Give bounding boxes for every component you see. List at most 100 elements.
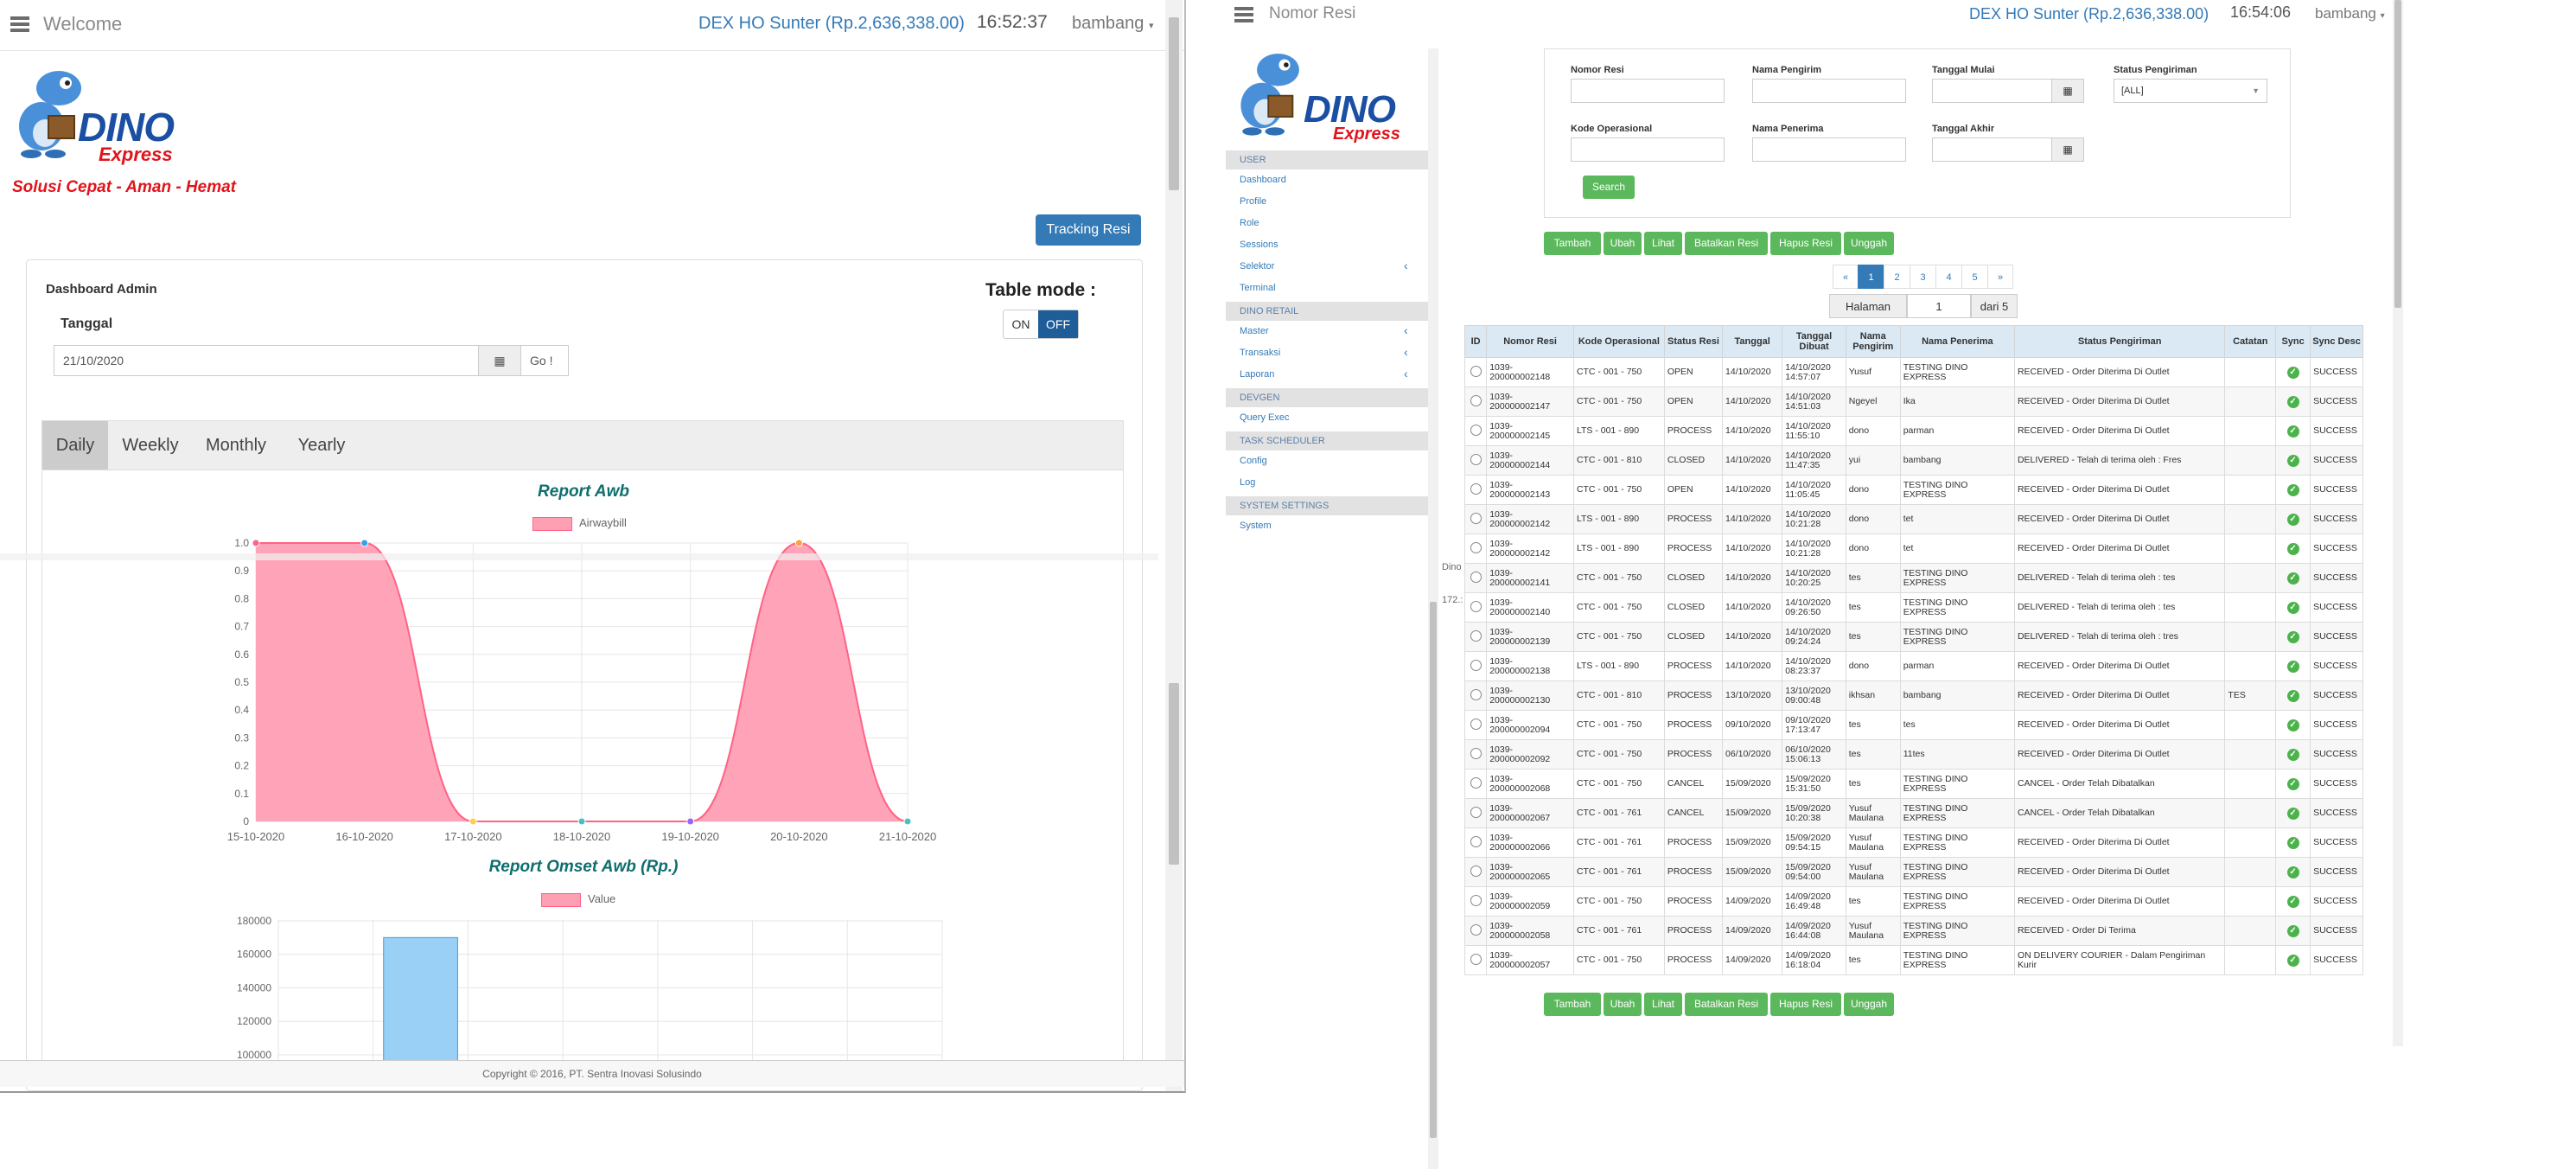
table-row[interactable]: 1039-200000002139 CTC - 001 - 750 CLOSED 14… bbox=[1463, 622, 2363, 652]
row-radio[interactable] bbox=[1470, 953, 1482, 965]
column-header[interactable]: Kode Operasional bbox=[1572, 325, 1665, 358]
sidebar-item-profile[interactable]: Profile bbox=[1240, 196, 1266, 207]
pagination-prev[interactable]: « bbox=[1833, 265, 1859, 289]
table-row[interactable]: 1039-200000002143 CTC - 001 - 750 OPEN 14/1… bbox=[1463, 475, 2363, 505]
pagination-page-2[interactable]: 2 bbox=[1884, 265, 1910, 289]
status-pengiriman-select[interactable]: [ALL] ▼ bbox=[2114, 79, 2267, 103]
hapus-resi-button[interactable]: Hapus Resi bbox=[1770, 232, 1841, 255]
sidebar-item-terminal[interactable]: Terminal bbox=[1240, 283, 1276, 293]
unggah-button[interactable]: Unggah bbox=[1844, 232, 1894, 255]
row-select-cell[interactable] bbox=[1463, 416, 1488, 446]
chevron-left-icon[interactable]: ‹ bbox=[1404, 259, 1408, 272]
row-radio[interactable] bbox=[1470, 806, 1482, 818]
column-header[interactable]: Status Resi bbox=[1663, 325, 1724, 358]
column-header[interactable]: Sync bbox=[2275, 325, 2311, 358]
user-menu[interactable]: bambang ▾ bbox=[2315, 5, 2385, 22]
table-row[interactable]: 1039-200000002068 CTC - 001 - 750 CANCEL 15… bbox=[1463, 769, 2363, 799]
sidebar-item-transaksi[interactable]: Transaksi bbox=[1240, 348, 1280, 358]
table-row[interactable]: 1039-200000002067 CTC - 001 - 761 CANCEL 15… bbox=[1463, 798, 2363, 828]
row-radio[interactable] bbox=[1470, 659, 1482, 671]
row-select-cell[interactable] bbox=[1463, 857, 1488, 887]
vertical-scrollbar[interactable] bbox=[1165, 0, 1183, 1091]
chevron-left-icon[interactable]: ‹ bbox=[1404, 345, 1408, 359]
table-row[interactable]: 1039-200000002094 CTC - 001 - 750 PROCESS 0… bbox=[1463, 710, 2363, 740]
sidebar-scrollbar-thumb[interactable] bbox=[1430, 602, 1437, 1138]
row-select-cell[interactable] bbox=[1463, 533, 1488, 564]
row-radio[interactable] bbox=[1470, 923, 1482, 936]
table-row[interactable]: 1039-200000002142 LTS - 001 - 890 PROCESS 1… bbox=[1463, 504, 2363, 534]
column-header[interactable]: Nama Pengirim bbox=[1845, 325, 1901, 358]
table-row[interactable]: 1039-200000002145 LTS - 001 - 890 PROCESS 1… bbox=[1463, 416, 2363, 446]
row-select-cell[interactable] bbox=[1463, 680, 1488, 711]
row-select-cell[interactable] bbox=[1463, 769, 1488, 799]
ubah-button[interactable]: Ubah bbox=[1604, 993, 1642, 1016]
column-header[interactable]: Tanggal Dibuat bbox=[1782, 325, 1846, 358]
table-row[interactable]: 1039-200000002092 CTC - 001 - 750 PROCESS 0… bbox=[1463, 739, 2363, 770]
hamburger-menu-icon[interactable] bbox=[10, 16, 29, 32]
row-radio[interactable] bbox=[1470, 835, 1482, 847]
sidebar-item-master[interactable]: Master bbox=[1240, 326, 1269, 336]
row-radio[interactable] bbox=[1470, 747, 1482, 759]
column-header[interactable]: Nama Penerima bbox=[1899, 325, 2015, 358]
row-select-cell[interactable] bbox=[1463, 710, 1488, 740]
go-button[interactable]: Go ! bbox=[520, 345, 569, 376]
row-select-cell[interactable] bbox=[1463, 357, 1488, 387]
column-header[interactable]: Tanggal bbox=[1722, 325, 1783, 358]
table-row[interactable]: 1039-200000002059 CTC - 001 - 750 PROCESS 1… bbox=[1463, 886, 2363, 917]
sidebar-scrollbar[interactable] bbox=[1428, 48, 1438, 1169]
row-radio[interactable] bbox=[1470, 718, 1482, 730]
row-select-cell[interactable] bbox=[1463, 622, 1488, 652]
date-input[interactable]: 21/10/2020 bbox=[54, 345, 479, 376]
lihat-button[interactable]: Lihat bbox=[1644, 993, 1682, 1016]
pagination-page-5[interactable]: 5 bbox=[1961, 265, 1988, 289]
vertical-scrollbar[interactable] bbox=[2393, 0, 2403, 1046]
sidebar-item-config[interactable]: Config bbox=[1240, 456, 1267, 466]
row-select-cell[interactable] bbox=[1463, 445, 1488, 476]
pagination-page-4[interactable]: 4 bbox=[1935, 265, 1962, 289]
batalkan-resi-button[interactable]: Batalkan Resi bbox=[1685, 993, 1768, 1016]
row-select-cell[interactable] bbox=[1463, 386, 1488, 417]
pagination-page-3[interactable]: 3 bbox=[1910, 265, 1936, 289]
pagination-next[interactable]: » bbox=[1987, 265, 2013, 289]
sidebar-item-role[interactable]: Role bbox=[1240, 218, 1259, 228]
tracking-resi-button[interactable]: Tracking Resi bbox=[1036, 214, 1141, 246]
column-header[interactable]: Nomor Resi bbox=[1486, 325, 1574, 358]
table-row[interactable]: 1039-200000002142 LTS - 001 - 890 PROCESS 1… bbox=[1463, 533, 2363, 564]
column-header[interactable]: ID bbox=[1463, 325, 1488, 358]
sidebar-item-selektor[interactable]: Selektor bbox=[1240, 261, 1274, 271]
lihat-button[interactable]: Lihat bbox=[1644, 232, 1682, 255]
nomor-resi-input[interactable] bbox=[1571, 79, 1725, 103]
row-select-cell[interactable] bbox=[1463, 916, 1488, 946]
unggah-button[interactable]: Unggah bbox=[1844, 993, 1894, 1016]
row-select-cell[interactable] bbox=[1463, 504, 1488, 534]
chevron-left-icon[interactable]: ‹ bbox=[1404, 367, 1408, 380]
toggle-off[interactable]: OFF bbox=[1038, 310, 1078, 338]
row-select-cell[interactable] bbox=[1463, 798, 1488, 828]
scrollbar-thumb-lower[interactable] bbox=[1169, 683, 1179, 865]
row-select-cell[interactable] bbox=[1463, 475, 1488, 505]
row-radio[interactable] bbox=[1470, 512, 1482, 524]
table-row[interactable]: 1039-200000002140 CTC - 001 - 750 CLOSED 14… bbox=[1463, 592, 2363, 623]
sidebar-item-log[interactable]: Log bbox=[1240, 477, 1255, 488]
row-select-cell[interactable] bbox=[1463, 886, 1488, 917]
kode-operasional-input[interactable] bbox=[1571, 137, 1725, 162]
row-select-cell[interactable] bbox=[1463, 651, 1488, 681]
search-button[interactable]: Search bbox=[1583, 176, 1635, 199]
table-row[interactable]: 1039-200000002147 CTC - 001 - 750 OPEN 14/1… bbox=[1463, 386, 2363, 417]
scrollbar-thumb[interactable] bbox=[1169, 17, 1179, 190]
chevron-left-icon[interactable]: ‹ bbox=[1404, 323, 1408, 337]
table-row[interactable]: 1039-200000002141 CTC - 001 - 750 CLOSED 14… bbox=[1463, 563, 2363, 593]
tanggal-mulai-input[interactable] bbox=[1932, 79, 2053, 103]
table-row[interactable]: 1039-200000002148 CTC - 001 - 750 OPEN 14/1… bbox=[1463, 357, 2363, 387]
sidebar-item-laporan[interactable]: Laporan bbox=[1240, 369, 1274, 380]
row-radio[interactable] bbox=[1470, 894, 1482, 906]
pagination-page-1[interactable]: 1 bbox=[1858, 265, 1884, 289]
row-select-cell[interactable] bbox=[1463, 827, 1488, 858]
row-select-cell[interactable] bbox=[1463, 739, 1488, 770]
nama-pengirim-input[interactable] bbox=[1752, 79, 1906, 103]
user-menu[interactable]: bambang ▾ bbox=[1072, 14, 1154, 34]
tab-yearly[interactable]: Yearly bbox=[283, 421, 360, 470]
tanggal-akhir-input[interactable] bbox=[1932, 137, 2053, 162]
ubah-button[interactable]: Ubah bbox=[1604, 232, 1642, 255]
table-row[interactable]: 1039-200000002130 CTC - 001 - 810 PROCESS 1… bbox=[1463, 680, 2363, 711]
